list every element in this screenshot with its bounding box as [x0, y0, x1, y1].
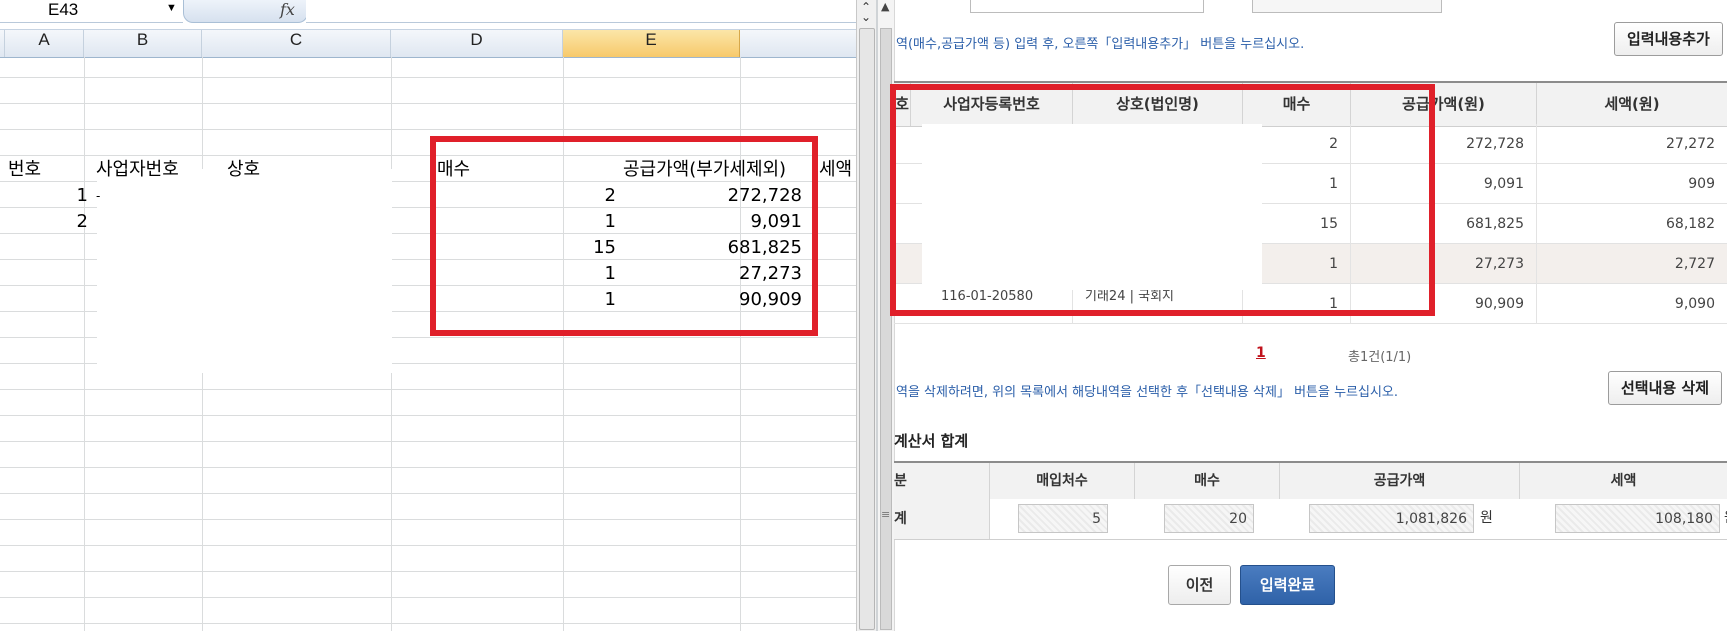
td-tax: 27,272	[1666, 136, 1715, 152]
scroll-up-icon[interactable]: ▲	[881, 1, 889, 12]
sth-kind: 분	[894, 463, 990, 500]
cell-no[interactable]: 2	[10, 208, 88, 236]
cell-no[interactable]: 1	[10, 182, 88, 210]
cell-bizno[interactable]: -	[96, 182, 100, 210]
delete-selected-button[interactable]: 선택내용 삭제	[1608, 371, 1723, 405]
cell-header-tax[interactable]: 세액	[819, 156, 852, 184]
cell-header-no[interactable]: 번호	[8, 156, 41, 184]
page-link-1[interactable]: 1	[1256, 345, 1266, 361]
column-header-e[interactable]: E	[563, 30, 740, 57]
summary-row: 계 5 20 1,081,826 원 108,180 원	[894, 499, 1727, 540]
summary-count-field[interactable]: 20	[1164, 504, 1254, 533]
summary-title: 계산서 합계	[894, 432, 969, 450]
summary-supply-unit: 원	[1480, 510, 1493, 526]
column-header-c[interactable]: C	[202, 30, 391, 57]
th-tax: 세액(원)	[1604, 95, 1660, 113]
column-header-bar: A B C D E	[0, 29, 856, 58]
scrollbar-thumb[interactable]	[859, 28, 875, 630]
page-total: 총1건(1/1)	[1348, 350, 1412, 365]
search-input[interactable]	[970, 0, 1204, 13]
td-tax: 68,182	[1666, 216, 1715, 232]
summary-table-header: 분 매입처수 매수 공급가액 세액	[894, 461, 1727, 501]
function-icon[interactable]: fx	[280, 0, 295, 19]
summary-tax-field[interactable]: 108,180	[1555, 504, 1720, 533]
td-tax: 9,090	[1674, 296, 1715, 312]
column-header-a[interactable]: A	[5, 30, 84, 57]
complete-button[interactable]: 입력완료	[1240, 565, 1335, 605]
vertical-scrollbar[interactable]: ⌃ ⌄	[856, 0, 876, 631]
column-header-f[interactable]	[740, 30, 856, 57]
td-tax: 2,727	[1674, 256, 1715, 272]
name-box[interactable]: E43 ▼	[0, 0, 183, 23]
sth-buyers: 매입처수	[990, 463, 1135, 500]
top-field[interactable]	[1252, 0, 1442, 13]
add-entry-button[interactable]: 입력내용추가	[1614, 22, 1723, 56]
tax-invoice-form: ▲ ≡ 역(매수,공급가액 등) 입력 후, 오른쪽「입력내용추가」 버튼을 누…	[878, 0, 1727, 631]
sth-supply: 공급가액	[1280, 463, 1520, 500]
instruction-add: 역(매수,공급가액 등) 입력 후, 오른쪽「입력내용추가」 버튼을 누르십시오…	[896, 37, 1305, 52]
highlight-box	[430, 136, 818, 336]
formula-bar-controls: fx	[183, 0, 308, 23]
chevron-down-icon[interactable]: ▼	[166, 2, 177, 14]
name-box-value: E43	[48, 0, 79, 19]
redacted-area	[97, 169, 392, 373]
sth-count: 매수	[1135, 463, 1280, 500]
prev-button[interactable]: 이전	[1168, 565, 1231, 605]
td-tax: 909	[1688, 176, 1715, 192]
sth-tax: 세액	[1610, 473, 1637, 489]
highlight-box	[890, 84, 1435, 316]
instruction-delete: 역을 삭제하려면, 위의 목록에서 해당내역을 선택한 후「선택내용 삭제」 버…	[896, 385, 1399, 400]
column-header-d[interactable]: D	[391, 30, 563, 57]
cell-header-name[interactable]: 상호	[227, 156, 260, 184]
formula-input[interactable]	[306, 0, 856, 23]
summary-supply-field[interactable]: 1,081,826	[1309, 504, 1474, 533]
summary-kind: 계	[894, 499, 990, 539]
cell-header-bizno[interactable]: 사업자번호	[96, 156, 179, 184]
summary-buyers-field[interactable]: 5	[1018, 504, 1108, 533]
spreadsheet-window: E43 ▼ fx A B C D E 번호 사업자번호 상호 매수 공급가액(부…	[0, 0, 876, 631]
column-header-b[interactable]: B	[84, 30, 202, 57]
grip-icon: ≡	[881, 508, 891, 521]
double-chevron-icon[interactable]: ⌃ ⌄	[861, 1, 871, 23]
